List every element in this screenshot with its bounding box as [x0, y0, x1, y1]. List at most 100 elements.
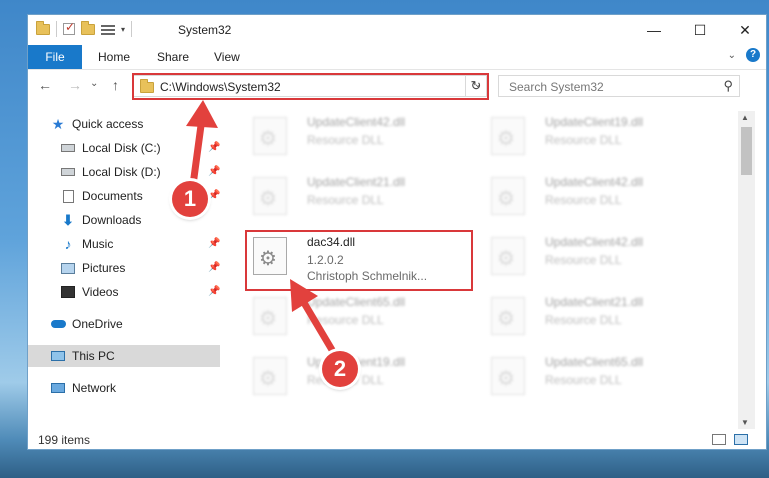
scroll-down-icon[interactable]: ▼: [741, 418, 749, 427]
sidebar-item-network[interactable]: Network: [50, 377, 242, 399]
file-item[interactable]: UpdateClient65.dll Resource DLL: [481, 351, 711, 403]
file-item[interactable]: UpdateClient42.dll Resource DLL: [481, 231, 711, 283]
sidebar-item-pictures[interactable]: Pictures: [60, 257, 252, 279]
sidebar-item-label: Documents: [82, 189, 143, 203]
pin-icon[interactable]: 📌: [208, 238, 220, 249]
file-type: Resource DLL: [307, 193, 384, 207]
sidebar-item-downloads[interactable]: ⬇ Downloads: [60, 209, 252, 231]
sidebar-item-local-disk-d[interactable]: Local Disk (D:): [60, 161, 252, 183]
sidebar-item-label: Local Disk (C:): [82, 141, 161, 155]
step-badge-2: 2: [322, 351, 358, 387]
forward-button[interactable]: →: [68, 77, 82, 93]
file-name: UpdateClient21.dll: [307, 175, 406, 189]
expand-ribbon-icon[interactable]: ⌄: [728, 50, 736, 61]
toolbar-separator: [56, 21, 57, 37]
properties-icon[interactable]: [101, 23, 115, 35]
sidebar-item-label: Local Disk (D:): [82, 165, 161, 179]
search-icon: ⚲: [723, 78, 733, 93]
new-folder-icon[interactable]: [81, 20, 95, 35]
view-toggle: [712, 434, 748, 445]
pin-icon[interactable]: 📌: [208, 142, 220, 153]
search-input[interactable]: Search System32: [509, 80, 604, 94]
search-box[interactable]: Search System32 ⚲: [498, 75, 740, 97]
ribbon-tabs: File Home Share View ⌄ ?: [28, 45, 766, 70]
dll-file-icon: [491, 237, 525, 275]
document-icon: [60, 189, 76, 203]
file-type: Resource DLL: [545, 253, 622, 267]
dll-file-icon: [253, 177, 287, 215]
tab-file[interactable]: File: [28, 45, 82, 69]
file-item[interactable]: UpdateClient42.dll Resource DLL: [243, 111, 473, 163]
up-button[interactable]: ↑: [112, 77, 119, 93]
sidebar-item-videos[interactable]: Videos: [60, 281, 252, 303]
dll-file-icon: [491, 117, 525, 155]
dll-file-icon: [491, 177, 525, 215]
sidebar-item-label: Downloads: [82, 213, 142, 227]
file-highlight: [245, 230, 473, 291]
item-count: 199 items: [38, 433, 91, 447]
file-name: UpdateClient65.dll: [307, 295, 406, 309]
toolbar-separator: [131, 21, 133, 37]
dll-file-icon: [253, 297, 287, 335]
customize-toolbar-icon[interactable]: ▾: [121, 25, 125, 34]
file-type: Resource DLL: [307, 313, 384, 327]
dll-file-icon: [253, 357, 287, 395]
sidebar-item-label: OneDrive: [72, 317, 123, 331]
recent-locations-button[interactable]: ⌄: [90, 78, 98, 89]
checkmark-icon[interactable]: [63, 20, 75, 35]
ribbon-controls: ⌄ ?: [728, 48, 760, 62]
vertical-scrollbar[interactable]: ▲ ▼: [738, 111, 755, 429]
sidebar-item-documents[interactable]: Documents: [60, 185, 252, 207]
file-name: UpdateClient42.dll: [545, 175, 644, 189]
file-type: Resource DLL: [545, 133, 622, 147]
pin-icon[interactable]: 📌: [208, 286, 220, 297]
sidebar-item-local-disk-c[interactable]: Local Disk (C:): [60, 137, 252, 159]
file-name: UpdateClient42.dll: [545, 235, 644, 249]
sidebar-item-onedrive[interactable]: OneDrive: [50, 313, 242, 335]
network-icon: [50, 381, 66, 395]
file-item[interactable]: UpdateClient65.dll Resource DLL: [243, 291, 473, 343]
file-name: UpdateClient42.dll: [307, 115, 406, 129]
dll-file-icon: [491, 297, 525, 335]
tab-home[interactable]: Home: [98, 45, 130, 69]
back-button[interactable]: ←: [38, 77, 52, 93]
pin-icon[interactable]: 📌: [208, 262, 220, 273]
pin-icon[interactable]: 📌: [208, 190, 220, 201]
file-item[interactable]: UpdateClient21.dll Resource DLL: [481, 291, 711, 343]
tab-view[interactable]: View: [214, 45, 240, 69]
sidebar-item-label: Pictures: [82, 261, 126, 275]
tiles-view-icon[interactable]: [734, 434, 748, 445]
file-item[interactable]: UpdateClient19.dll Resource DLL: [481, 111, 711, 163]
file-name: UpdateClient19.dll: [545, 115, 644, 129]
video-icon: [60, 285, 76, 299]
close-button[interactable]: ✕: [722, 15, 766, 45]
dll-file-icon: [491, 357, 525, 395]
step-badge-1: 1: [172, 181, 208, 217]
music-icon: ♪: [64, 236, 72, 252]
status-bar: 199 items: [28, 431, 766, 449]
cloud-icon: [50, 317, 66, 331]
tab-share[interactable]: Share: [157, 45, 189, 69]
file-name: UpdateClient65.dll: [545, 355, 644, 369]
folder-icon: [36, 20, 50, 35]
sidebar-item-this-pc[interactable]: This PC: [50, 345, 242, 367]
file-type: Resource DLL: [545, 373, 622, 387]
computer-icon: [50, 349, 66, 363]
drive-icon: [60, 141, 76, 155]
sidebar-item-music[interactable]: ♪ Music: [60, 233, 252, 255]
window-title: System32: [178, 23, 232, 37]
help-icon[interactable]: ?: [746, 48, 760, 62]
file-item[interactable]: UpdateClient19.dll Resource DLL: [243, 351, 473, 403]
sidebar-item-quick-access[interactable]: ★ Quick access: [50, 113, 242, 135]
file-item[interactable]: UpdateClient21.dll Resource DLL: [243, 171, 473, 223]
file-type: Resource DLL: [307, 133, 384, 147]
pin-icon[interactable]: 📌: [208, 166, 220, 177]
sidebar-item-label: Network: [72, 381, 117, 395]
scroll-up-icon[interactable]: ▲: [741, 113, 749, 122]
scrollbar-thumb[interactable]: [741, 127, 752, 175]
minimize-button[interactable]: —: [631, 15, 677, 45]
maximize-button[interactable]: ☐: [677, 15, 723, 45]
details-view-icon[interactable]: [712, 434, 726, 445]
download-icon: ⬇: [62, 211, 74, 228]
file-item[interactable]: UpdateClient42.dll Resource DLL: [481, 171, 711, 223]
